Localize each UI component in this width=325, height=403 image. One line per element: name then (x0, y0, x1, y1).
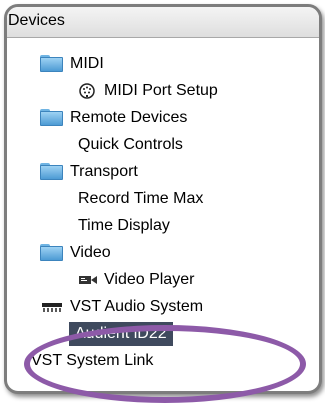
tree-item-label: VST Audio System (70, 298, 204, 315)
tree-item-vst-system-link[interactable]: VST System Link (31, 348, 153, 374)
devices-panel: Devices MIDI MIDI Port Setup Remote Devi… (4, 4, 322, 394)
devices-header-label: Devices (8, 12, 65, 29)
tree-item-transport[interactable]: Transport (40, 159, 138, 185)
tree-item-audient-id22[interactable]: Audient iD22 (69, 321, 173, 347)
tree-item-video[interactable]: Video (40, 240, 111, 266)
tree-item-label: MIDI Port Setup (104, 82, 218, 99)
tree-item-midi[interactable]: MIDI (40, 51, 104, 77)
tree-item-label: Time Display (78, 217, 170, 234)
midi-port-icon (79, 83, 95, 99)
tree-item-label: VST System Link (31, 352, 154, 369)
tree-item-quick-controls[interactable]: Quick Controls (78, 132, 183, 158)
folder-icon (40, 109, 63, 126)
tree-item-vst-audio-system[interactable]: VST Audio System (40, 294, 203, 320)
tree-item-video-player[interactable]: Video Player (78, 267, 194, 293)
tree-item-remote-devices[interactable]: Remote Devices (40, 105, 187, 131)
folder-icon (40, 163, 63, 180)
folder-icon (40, 244, 63, 261)
tree-item-label-selected: Audient iD22 (69, 322, 173, 346)
tree-item-label: Remote Devices (70, 109, 188, 126)
folder-icon (40, 55, 63, 72)
tree-item-label: MIDI (70, 55, 104, 72)
tree-item-label: Video (70, 244, 111, 261)
tree-item-time-display[interactable]: Time Display (78, 213, 170, 239)
tree-item-label: Video Player (104, 271, 195, 288)
tree-item-record-time-max[interactable]: Record Time Max (78, 186, 203, 212)
video-player-icon (79, 276, 97, 284)
tree-item-label: Record Time Max (78, 190, 204, 207)
vst-audio-icon (42, 303, 62, 312)
tree-item-label: Quick Controls (78, 136, 183, 153)
tree-item-midi-port-setup[interactable]: MIDI Port Setup (78, 78, 218, 104)
panel-header: Devices (7, 7, 319, 38)
tree-item-label: Transport (70, 163, 138, 180)
